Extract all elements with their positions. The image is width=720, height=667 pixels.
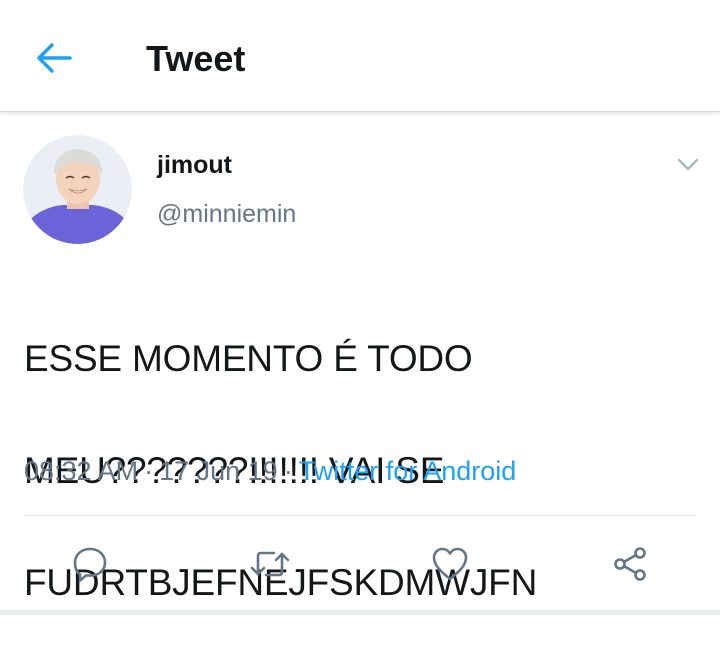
heart-icon xyxy=(432,547,468,581)
divider xyxy=(24,515,696,516)
share-button[interactable] xyxy=(606,540,654,588)
tweet-source-link[interactable]: Twitter for Android xyxy=(299,456,517,486)
meta-separator: · xyxy=(283,456,293,486)
reply-icon xyxy=(73,547,107,582)
bottom-border xyxy=(0,610,720,615)
arrow-left-icon xyxy=(37,43,72,73)
page-title: Tweet xyxy=(146,38,246,79)
retweet-button[interactable] xyxy=(246,540,294,588)
chevron-down-icon xyxy=(677,158,699,171)
avatar[interactable] xyxy=(23,135,132,244)
meta-separator: · xyxy=(144,456,154,486)
author-handle[interactable]: @minniemin xyxy=(157,199,296,229)
more-options-button[interactable] xyxy=(670,150,706,180)
tweet-metadata: 08:32 AM · 17 Jun 19 · Twitter for Android xyxy=(24,455,516,487)
author-display-name[interactable]: jimout xyxy=(157,150,232,180)
avatar-image xyxy=(23,135,132,244)
tweet-actions-bar xyxy=(0,540,720,588)
retweet-icon xyxy=(250,551,290,577)
back-button[interactable] xyxy=(30,36,78,80)
reply-button[interactable] xyxy=(66,540,114,588)
share-icon xyxy=(614,547,646,581)
tweet-text-line: ESSE MOMENTO É TODO xyxy=(24,338,473,379)
tweet-date: 17 Jun 19 xyxy=(159,456,278,486)
tweet-time: 08:32 AM xyxy=(24,456,139,486)
top-app-bar: Tweet xyxy=(0,0,720,112)
like-button[interactable] xyxy=(426,540,474,588)
